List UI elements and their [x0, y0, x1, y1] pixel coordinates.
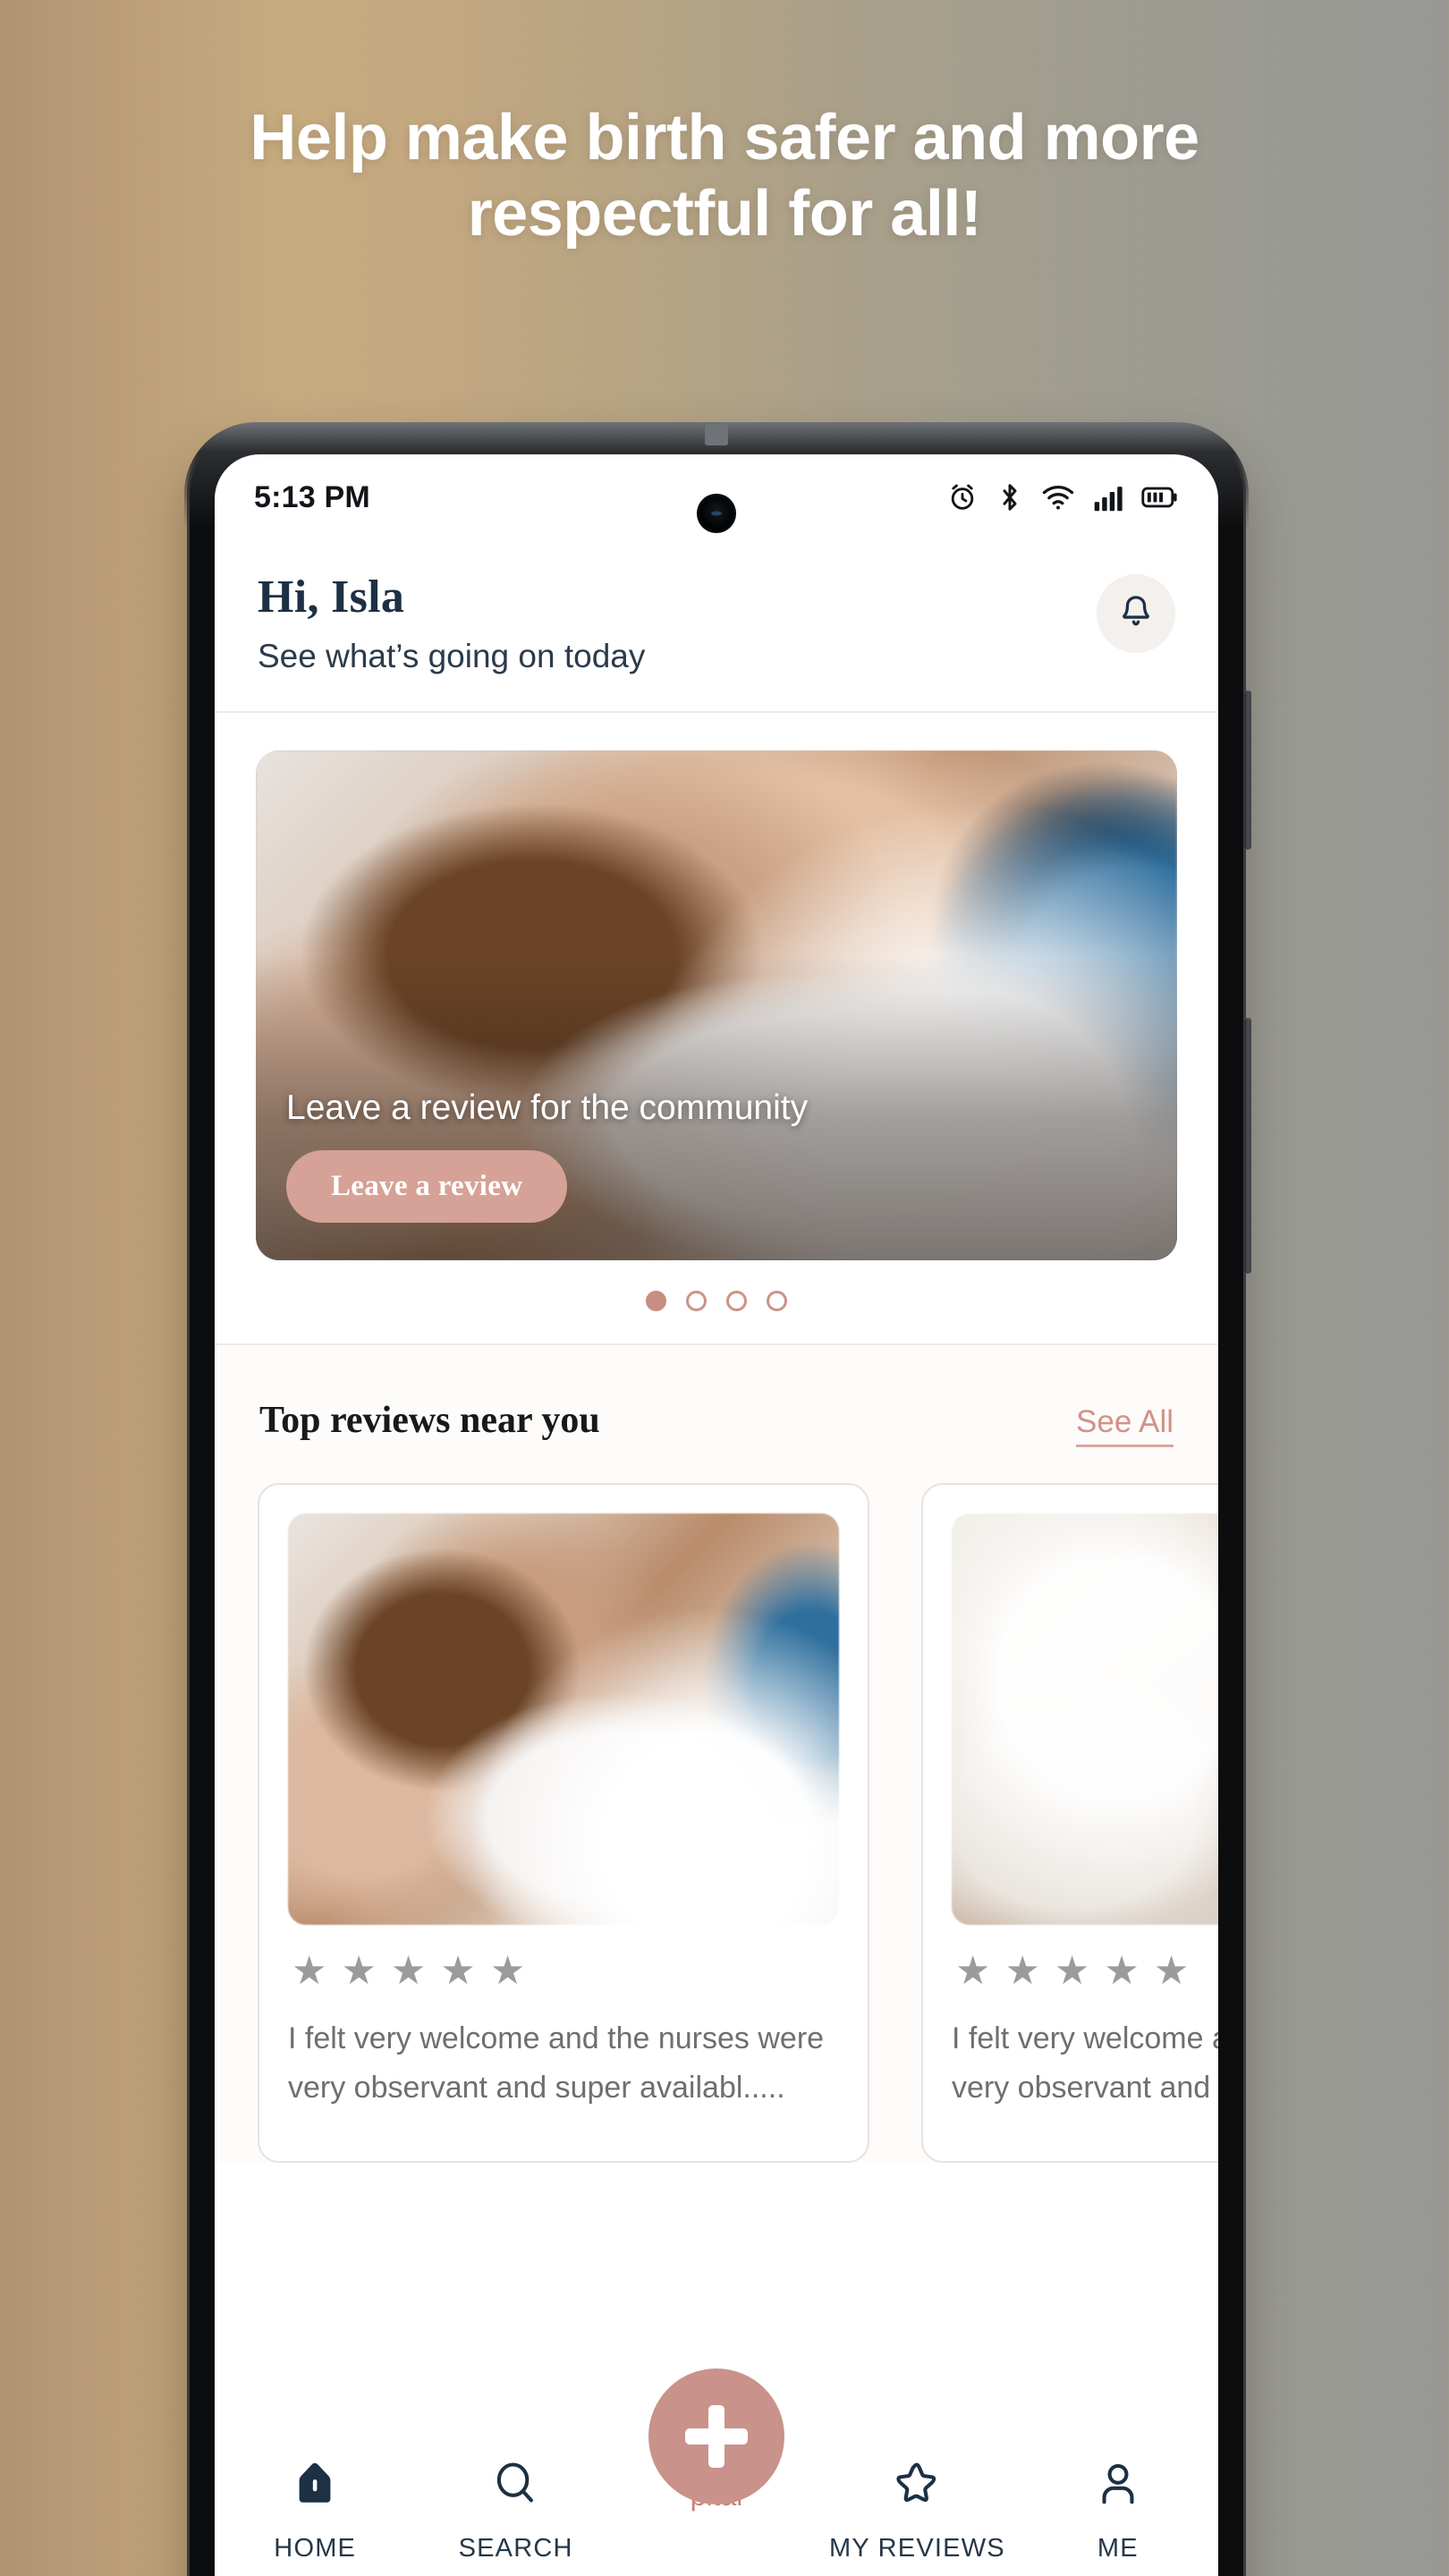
- star-outline-icon: [891, 2458, 943, 2514]
- star-rating: ★ ★ ★ ★ ★: [292, 1952, 835, 1991]
- search-icon: [490, 2458, 542, 2514]
- star-icon: ★: [1104, 1949, 1140, 1993]
- nav-item-home[interactable]: HOME: [215, 2458, 415, 2563]
- cellular-signal-icon: [1093, 482, 1123, 513]
- volume-rocker[interactable]: [1243, 1018, 1251, 1274]
- phone-device-frame: 5:13 PM Hi, Isla See what’s going on tod…: [184, 422, 1251, 2576]
- section-title: Top reviews near you: [259, 1400, 600, 1441]
- star-icon: ★: [292, 1949, 327, 1993]
- star-icon: ★: [955, 1949, 991, 1993]
- nav-item-me[interactable]: ME: [1018, 2458, 1218, 2563]
- star-icon: ★: [1153, 1949, 1190, 1993]
- star-icon: ★: [1004, 1949, 1040, 1993]
- alarm-icon: [946, 481, 979, 513]
- review-card-image: [952, 1513, 1218, 1925]
- bottom-navigation-bar: pital HOME: [215, 2368, 1218, 2576]
- greeting-text-group: Hi, Isla See what’s going on today: [258, 571, 1097, 675]
- reviews-card-list[interactable]: ★ ★ ★ ★ ★ I felt very welcome and the nu…: [215, 1447, 1218, 2163]
- wifi-icon: [1041, 484, 1075, 511]
- nav-label-my-reviews: MY REVIEWS: [829, 2534, 1005, 2563]
- star-icon: ★: [1054, 1949, 1090, 1993]
- greeting-subtitle: See what’s going on today: [258, 638, 646, 674]
- review-card-image: [288, 1513, 839, 1925]
- greeting-header: Hi, Isla See what’s going on today: [215, 540, 1218, 711]
- nav-label-search: SEARCH: [458, 2534, 573, 2563]
- nav-label-home: HOME: [274, 2534, 357, 2563]
- earpiece-speaker: [705, 424, 728, 445]
- star-icon: ★: [440, 1949, 476, 1993]
- carousel-dots[interactable]: [256, 1291, 1177, 1343]
- carousel-dot-3[interactable]: [726, 1291, 747, 1311]
- section-header: Top reviews near you See All: [215, 1360, 1218, 1447]
- star-icon: ★: [341, 1949, 377, 1993]
- carousel-dot-2[interactable]: [686, 1291, 707, 1311]
- leave-a-review-button[interactable]: Leave a review: [286, 1150, 568, 1223]
- review-text: I felt very welcome and the nurses were …: [288, 2021, 825, 2106]
- power-button[interactable]: [1243, 691, 1251, 850]
- nav-item-search[interactable]: SEARCH: [415, 2458, 615, 2563]
- nav-item-my-reviews[interactable]: MY REVIEWS: [817, 2458, 1017, 2563]
- star-icon: ★: [489, 1949, 526, 1993]
- carousel-dot-1[interactable]: [646, 1291, 666, 1311]
- star-icon: ★: [390, 1949, 427, 1993]
- carousel-dot-4[interactable]: [767, 1291, 787, 1311]
- review-card[interactable]: ★ ★ ★ ★ ★ I felt very welcome and the nu…: [921, 1483, 1218, 2163]
- person-icon: [1092, 2458, 1144, 2514]
- review-text: I felt very welcome and the nurses were …: [952, 2021, 1218, 2106]
- home-icon: [289, 2458, 341, 2514]
- see-all-link[interactable]: See All: [1076, 1404, 1174, 1447]
- promo-line-2: respectful for all!: [467, 177, 982, 250]
- status-bar: 5:13 PM: [215, 454, 1218, 540]
- phone-screen: 5:13 PM Hi, Isla See what’s going on tod…: [215, 454, 1218, 2576]
- status-bar-clock: 5:13 PM: [254, 479, 370, 514]
- hero-title: Leave a review for the community: [286, 1089, 809, 1127]
- status-bar-icons: [946, 481, 1179, 513]
- bluetooth-icon: [996, 481, 1023, 513]
- page-title: Hi, Isla: [258, 572, 405, 623]
- bell-icon: [1116, 592, 1156, 636]
- promo-headline: Help make birth safer and more respectfu…: [0, 0, 1449, 252]
- front-camera-punch-hole: [697, 494, 736, 533]
- battery-icon: [1141, 484, 1179, 511]
- top-reviews-section: Top reviews near you See All ★ ★ ★ ★ ★ I…: [215, 1345, 1218, 2163]
- add-review-fab[interactable]: [648, 2368, 784, 2504]
- hero-card[interactable]: Leave a review for the community Leave a…: [256, 750, 1177, 1260]
- promo-line-1: Help make birth safer and more: [250, 102, 1199, 174]
- star-rating: ★ ★ ★ ★ ★: [955, 1952, 1218, 1991]
- plus-icon: [685, 2405, 748, 2468]
- nav-label-me: ME: [1097, 2534, 1139, 2563]
- review-card[interactable]: ★ ★ ★ ★ ★ I felt very welcome and the nu…: [258, 1483, 869, 2163]
- hero-carousel[interactable]: Leave a review for the community Leave a…: [215, 713, 1218, 1343]
- notifications-button[interactable]: [1097, 574, 1175, 653]
